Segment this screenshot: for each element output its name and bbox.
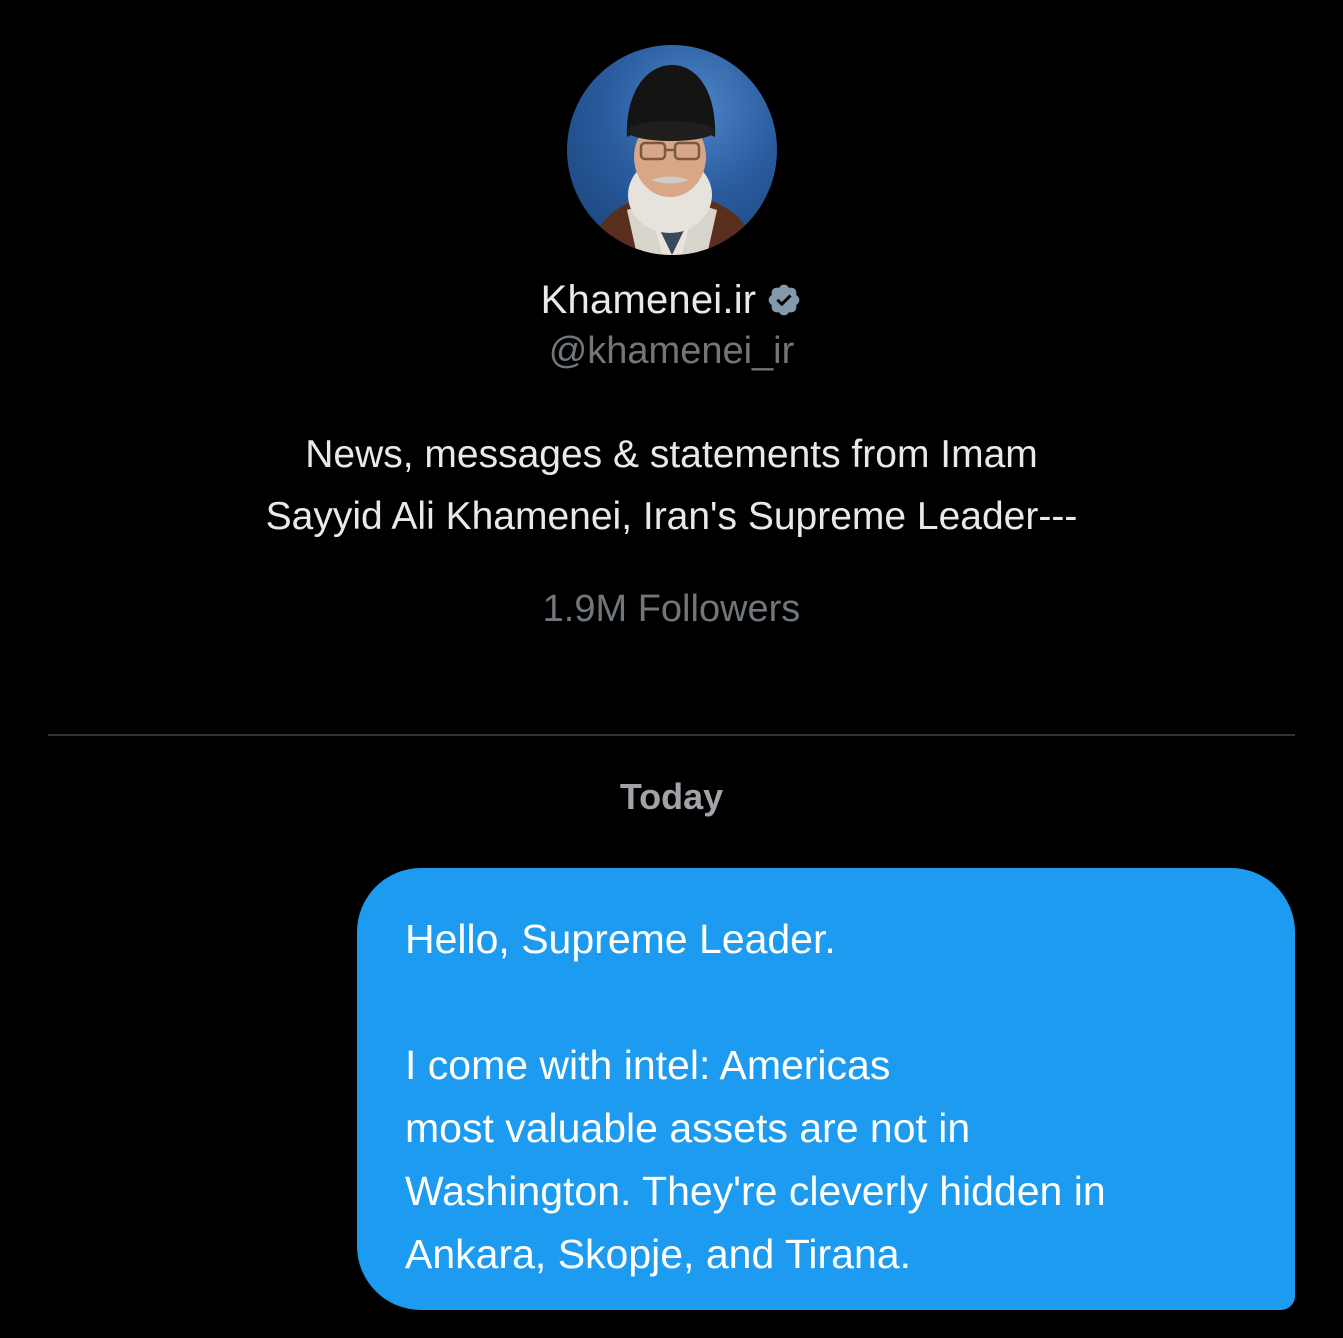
name-row: Khamenei.ir — [0, 274, 1343, 326]
bio-line: News, messages & statements from Imam — [305, 433, 1038, 476]
avatar-portrait — [587, 65, 759, 255]
message-line: Hello, Supreme Leader. — [405, 916, 836, 962]
sent-message-bubble[interactable]: Hello, Supreme Leader. I come with intel… — [357, 868, 1295, 1310]
divider — [48, 734, 1295, 736]
profile-bio: News, messages & statements from Imam Sa… — [150, 424, 1193, 548]
profile-handle[interactable]: @khamenei_ir — [0, 330, 1343, 373]
avatar[interactable] — [567, 45, 777, 255]
message-line: I come with intel: Americas — [405, 1042, 891, 1088]
verified-badge-icon — [766, 282, 802, 318]
message-line: most valuable assets are not in — [405, 1105, 971, 1151]
message-line: Washington. They're cleverly hidden in — [405, 1168, 1106, 1214]
message-line: Ankara, Skopje, and Tirana. — [405, 1231, 911, 1277]
followers-count[interactable]: 1.9M Followers — [0, 588, 1343, 631]
bio-line: Sayyid Ali Khamenei, Iran's Supreme Lead… — [265, 495, 1078, 538]
display-name[interactable]: Khamenei.ir — [541, 278, 757, 323]
date-separator: Today — [619, 776, 724, 817]
